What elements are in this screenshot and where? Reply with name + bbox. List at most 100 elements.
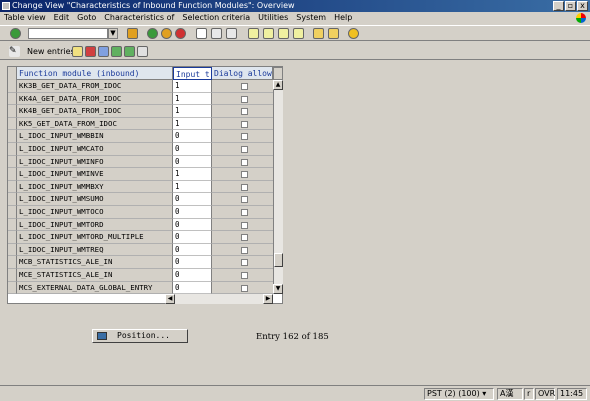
delete-icon[interactable]	[85, 46, 96, 57]
create-session-icon[interactable]	[313, 28, 324, 39]
horizontal-scrollbar[interactable]: ◀ ▶	[165, 294, 273, 304]
column-header-input-type[interactable]: Input t	[173, 67, 212, 80]
dialog-allowed-checkbox[interactable]	[241, 95, 248, 103]
dialog-allowed-checkbox[interactable]	[241, 83, 248, 90]
menu-help[interactable]: Help	[334, 12, 352, 24]
vertical-scroll-thumb[interactable]	[274, 253, 283, 267]
input-type-field[interactable]: 0	[173, 155, 212, 169]
input-type-field[interactable]: 0	[173, 231, 212, 244]
row-selector[interactable]	[8, 168, 17, 181]
maximize-button[interactable]: ▫	[565, 1, 576, 11]
dialog-allowed-checkbox[interactable]	[241, 108, 248, 116]
row-selector[interactable]	[8, 117, 17, 131]
dialog-allowed-checkbox[interactable]	[241, 234, 248, 242]
input-type-field[interactable]: 0	[173, 256, 212, 269]
copy-as-icon[interactable]	[72, 46, 83, 57]
dialog-allowed-checkbox[interactable]	[241, 284, 248, 292]
enter-icon[interactable]	[10, 28, 21, 39]
dialog-allowed-checkbox[interactable]	[241, 246, 248, 254]
row-selector[interactable]	[8, 243, 17, 257]
minimize-button[interactable]: _	[553, 1, 564, 11]
exit-icon[interactable]	[161, 28, 172, 39]
select-block-icon[interactable]	[124, 46, 135, 57]
input-type-field[interactable]: 0	[173, 130, 212, 143]
row-selector[interactable]	[8, 155, 17, 169]
input-type-field[interactable]: 0	[173, 142, 212, 156]
input-type-field[interactable]: 0	[173, 243, 212, 257]
dialog-allowed-checkbox[interactable]	[241, 221, 248, 229]
row-selector[interactable]	[8, 218, 17, 232]
menu-characteristics[interactable]: Characteristics of	[104, 12, 174, 24]
input-type-field[interactable]: 0	[173, 218, 212, 232]
row-selector[interactable]	[8, 105, 17, 118]
help-icon[interactable]	[348, 28, 359, 39]
input-type-field[interactable]: 1	[173, 168, 212, 181]
column-header-function-module[interactable]: Function module (inbound)	[17, 67, 173, 80]
position-button[interactable]: Position...	[92, 329, 188, 343]
save-icon[interactable]	[127, 28, 138, 39]
dialog-allowed-checkbox[interactable]	[241, 158, 248, 166]
back-icon[interactable]	[147, 28, 158, 39]
scroll-down-icon[interactable]: ▼	[273, 284, 283, 294]
cancel-icon[interactable]	[175, 28, 186, 39]
input-type-field[interactable]: 1	[173, 105, 212, 118]
row-selector[interactable]	[8, 281, 17, 295]
input-type-field[interactable]: 0	[173, 281, 212, 295]
menu-utilities[interactable]: Utilities	[258, 12, 288, 24]
last-page-icon[interactable]	[293, 28, 304, 39]
select-all-column-header[interactable]	[8, 67, 17, 80]
print-icon[interactable]	[196, 28, 207, 39]
input-type-field[interactable]: 1	[173, 80, 212, 93]
input-type-field[interactable]: 0	[173, 268, 212, 282]
vertical-scrollbar[interactable]: ▲ ▼	[273, 80, 283, 294]
row-selector[interactable]	[8, 193, 17, 206]
row-selector[interactable]	[8, 80, 17, 93]
dialog-allowed-checkbox[interactable]	[241, 208, 248, 216]
scroll-up-icon[interactable]: ▲	[273, 80, 283, 90]
command-field[interactable]	[28, 28, 108, 39]
menu-selection-criteria[interactable]: Selection criteria	[182, 12, 250, 24]
find-icon[interactable]	[211, 28, 222, 39]
undo-change-icon[interactable]	[98, 46, 109, 57]
row-selector[interactable]	[8, 256, 17, 269]
command-dropdown-icon[interactable]: ▼	[108, 28, 118, 39]
shortcut-icon[interactable]	[328, 28, 339, 39]
select-all-icon[interactable]	[111, 46, 122, 57]
row-selector[interactable]	[8, 142, 17, 156]
menu-system[interactable]: System	[296, 12, 326, 24]
menu-table-view[interactable]: Table view	[4, 12, 46, 24]
close-button[interactable]: x	[577, 1, 588, 11]
dialog-allowed-checkbox[interactable]	[241, 183, 248, 191]
row-selector[interactable]	[8, 130, 17, 143]
dialog-allowed-checkbox[interactable]	[241, 133, 248, 141]
input-type-field[interactable]: 0	[173, 205, 212, 219]
dialog-allowed-checkbox[interactable]	[241, 145, 248, 153]
column-header-dialog-allowed[interactable]: Dialog allowed	[212, 67, 273, 80]
input-type-field[interactable]: 1	[173, 117, 212, 131]
previous-page-icon[interactable]	[263, 28, 274, 39]
row-selector[interactable]	[8, 92, 17, 106]
display-change-icon[interactable]: ✎	[9, 46, 20, 57]
menu-goto[interactable]: Goto	[77, 12, 96, 24]
dialog-allowed-checkbox[interactable]	[241, 196, 248, 204]
system-info-field[interactable]: PST (2) (100) ▾	[424, 388, 494, 400]
row-selector[interactable]	[8, 231, 17, 244]
dialog-allowed-checkbox[interactable]	[241, 259, 248, 267]
next-page-icon[interactable]	[278, 28, 289, 39]
table-settings-icon[interactable]	[273, 67, 283, 80]
dialog-allowed-checkbox[interactable]	[241, 171, 248, 179]
input-type-field[interactable]: 1	[173, 180, 212, 194]
new-entries-button[interactable]: New entries	[27, 47, 75, 56]
deselect-all-icon[interactable]	[137, 46, 148, 57]
menu-edit[interactable]: Edit	[54, 12, 70, 24]
find-next-icon[interactable]	[226, 28, 237, 39]
dialog-allowed-checkbox[interactable]	[241, 120, 248, 128]
input-type-field[interactable]: 0	[173, 193, 212, 206]
scroll-right-icon[interactable]: ▶	[263, 294, 273, 304]
row-selector[interactable]	[8, 268, 17, 282]
dialog-allowed-checkbox[interactable]	[241, 271, 248, 279]
first-page-icon[interactable]	[248, 28, 259, 39]
input-type-field[interactable]: 1	[173, 92, 212, 106]
scroll-left-icon[interactable]: ◀	[165, 294, 175, 304]
row-selector[interactable]	[8, 180, 17, 194]
